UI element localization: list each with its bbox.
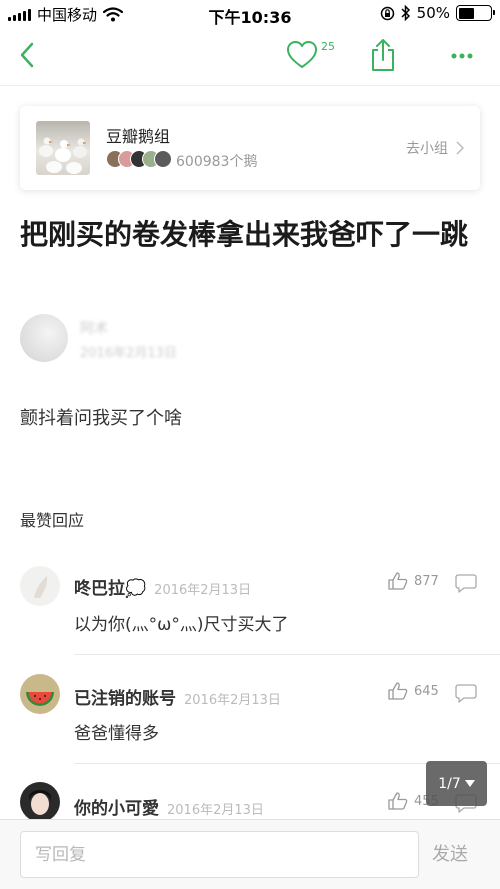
page-indicator-button[interactable]: 1/7 bbox=[426, 761, 487, 806]
reply-input[interactable] bbox=[20, 831, 419, 878]
battery-icon bbox=[456, 5, 495, 21]
post-title: 把刚买的卷发棒拿出来我爸吓了一跳 bbox=[20, 218, 469, 251]
more-button[interactable] bbox=[446, 40, 478, 72]
nav-bar: 25 bbox=[0, 28, 500, 86]
avatar[interactable] bbox=[20, 566, 60, 606]
comment-like-count: 877 bbox=[414, 573, 439, 589]
post-date: 2016年2月13日 bbox=[80, 346, 177, 361]
heart-icon bbox=[287, 41, 317, 68]
more-dots-icon bbox=[451, 53, 473, 59]
share-button[interactable] bbox=[369, 38, 401, 74]
chevron-right-icon bbox=[456, 141, 464, 155]
comment-date: 2016年2月13日 bbox=[184, 693, 281, 708]
member-avatars bbox=[106, 150, 172, 168]
reply-bar: 发送 bbox=[0, 819, 500, 889]
post-body: 颤抖着问我买了个啥 bbox=[20, 408, 182, 429]
bluetooth-icon bbox=[401, 5, 410, 21]
author-name[interactable]: 阿术 bbox=[80, 318, 108, 338]
comment-like-button[interactable]: 645 bbox=[388, 682, 439, 700]
go-group-label: 去小组 bbox=[406, 141, 448, 157]
like-count: 25 bbox=[321, 40, 335, 53]
chevron-left-icon bbox=[20, 42, 34, 68]
comment-author[interactable]: 咚巴拉💭 bbox=[74, 579, 146, 599]
divider bbox=[74, 654, 500, 655]
group-name: 豆瓣鹅组 bbox=[106, 127, 171, 146]
comment-author[interactable]: 已注销的账号 bbox=[74, 689, 176, 709]
comment-header: 咚巴拉💭 2016年2月13日 bbox=[74, 574, 251, 599]
comment-like-button[interactable]: 877 bbox=[388, 572, 439, 590]
group-thumbnail bbox=[36, 121, 90, 175]
back-button[interactable] bbox=[12, 38, 42, 72]
comment-text: 以为你(灬°ω°灬)尺寸买大了 bbox=[74, 615, 289, 635]
comment-date: 2016年2月13日 bbox=[154, 583, 252, 598]
comment-date: 2016年2月13日 bbox=[167, 803, 264, 818]
comment-text: 爸爸懂得多 bbox=[74, 724, 159, 744]
status-bar: 中国移动 下午10:36 50% bbox=[0, 0, 500, 28]
top-replies-heading: 最赞回应 bbox=[20, 511, 85, 530]
battery-percent: 50% bbox=[416, 4, 450, 22]
rotation-lock-icon bbox=[380, 6, 394, 20]
reply-bubble-icon[interactable] bbox=[455, 683, 477, 703]
member-count: 600983个鹅 bbox=[176, 154, 258, 170]
avatar[interactable] bbox=[20, 674, 60, 714]
page-indicator-label: 1/7 bbox=[438, 775, 461, 792]
thumbs-up-icon bbox=[388, 792, 408, 810]
avatar bbox=[154, 150, 172, 168]
like-button[interactable] bbox=[286, 40, 322, 74]
author-avatar[interactable] bbox=[20, 314, 68, 362]
group-card[interactable]: 豆瓣鹅组 600983个鹅 去小组 bbox=[20, 106, 480, 190]
comment-header: 你的小可愛 2016年2月13日 bbox=[74, 794, 264, 819]
go-to-group-link[interactable]: 去小组 bbox=[406, 138, 464, 158]
avatar[interactable] bbox=[20, 782, 60, 822]
thumbs-up-icon bbox=[388, 682, 408, 700]
comment-like-count: 645 bbox=[414, 683, 439, 699]
caret-down-icon bbox=[464, 779, 475, 787]
send-button[interactable]: 发送 bbox=[432, 840, 468, 866]
comment-header: 已注销的账号 2016年2月13日 bbox=[74, 684, 281, 709]
thumbs-up-icon bbox=[388, 572, 408, 590]
reply-bubble-icon[interactable] bbox=[455, 573, 477, 593]
comment-author[interactable]: 你的小可愛 bbox=[74, 799, 159, 819]
share-icon bbox=[372, 39, 394, 71]
